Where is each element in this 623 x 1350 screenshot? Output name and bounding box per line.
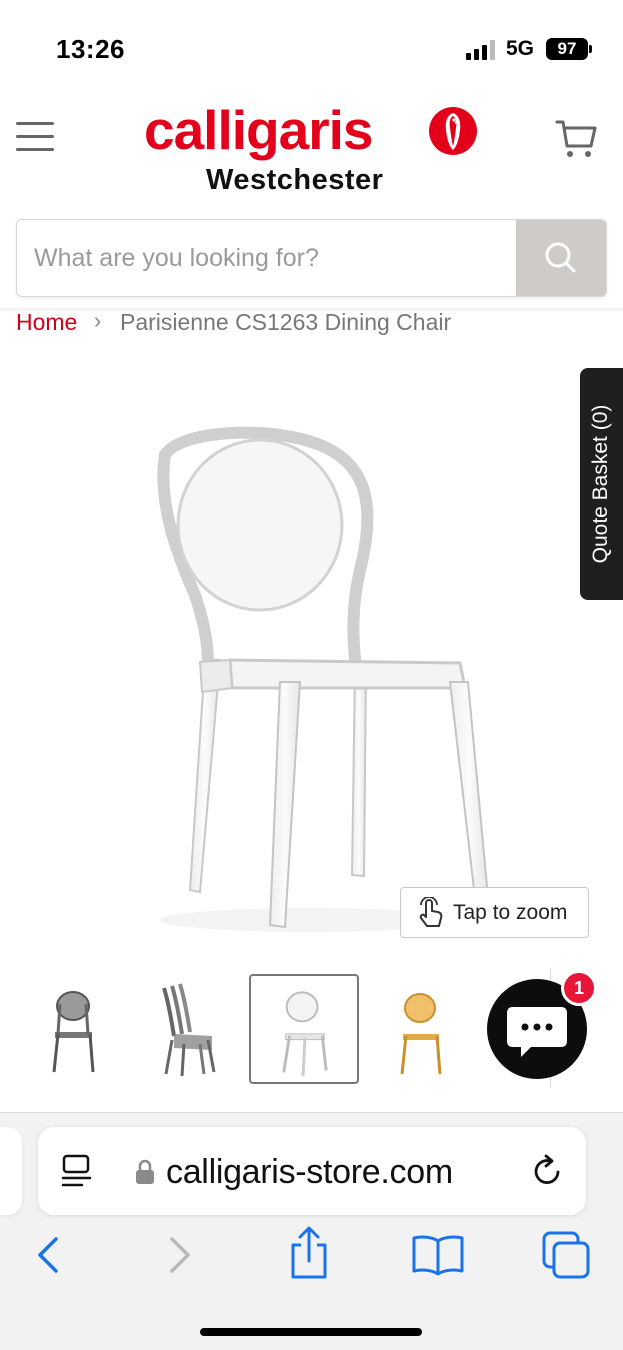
- penguin-logo-icon: [429, 107, 477, 155]
- chat-unread-badge: 1: [561, 970, 597, 1006]
- tap-to-zoom-button[interactable]: Tap to zoom: [400, 887, 589, 938]
- battery-tip: [589, 45, 592, 53]
- search-button[interactable]: [516, 220, 606, 296]
- thumbnail-stacked-chairs[interactable]: [134, 974, 244, 1084]
- network-type: 5G: [506, 37, 535, 60]
- home-indicator: [200, 1328, 422, 1336]
- quote-basket-label: Quote Basket (0): [589, 404, 612, 564]
- page-format-icon[interactable]: [60, 1153, 94, 1189]
- breadcrumb-current: Parisienne CS1263 Dining Chair: [120, 309, 452, 335]
- battery-indicator: 97: [546, 38, 588, 60]
- status-bar: 13:26 5G 97: [0, 0, 623, 90]
- tabs-icon[interactable]: [540, 1229, 594, 1281]
- tap-to-zoom-label: Tap to zoom: [453, 901, 568, 924]
- share-icon[interactable]: [285, 1225, 333, 1281]
- hamburger-menu-icon[interactable]: [16, 122, 54, 152]
- bookmarks-icon[interactable]: [410, 1233, 466, 1277]
- search-icon: [545, 242, 576, 273]
- back-icon[interactable]: [28, 1231, 68, 1279]
- shopping-cart-icon[interactable]: [555, 118, 599, 160]
- store-location: Westchester: [206, 164, 384, 196]
- browser-toolbar: calligaris-store.com: [0, 1112, 623, 1350]
- breadcrumb-home-link[interactable]: Home: [16, 309, 77, 336]
- thumbnail-transparent-chair[interactable]: [249, 974, 359, 1084]
- lock-icon: [136, 1159, 154, 1184]
- forward-icon[interactable]: [160, 1231, 200, 1279]
- address-bar[interactable]: calligaris-store.com: [38, 1127, 586, 1215]
- thumbnail-smoke-chair[interactable]: [18, 974, 128, 1084]
- tap-gesture-icon: [419, 897, 443, 927]
- search-box: [16, 219, 607, 297]
- brand-logo-text[interactable]: calligaris: [144, 98, 373, 162]
- signal-strength-icon: [466, 40, 498, 60]
- thumbnail-amber-chair[interactable]: [365, 974, 475, 1084]
- quote-basket-tab[interactable]: Quote Basket (0): [580, 368, 623, 600]
- product-image[interactable]: [120, 420, 500, 940]
- search-input[interactable]: [17, 220, 517, 296]
- reload-icon[interactable]: [528, 1152, 566, 1190]
- previous-tab-card[interactable]: [0, 1127, 22, 1215]
- status-time: 13:26: [56, 34, 125, 64]
- url-text: calligaris-store.com: [166, 1153, 453, 1191]
- breadcrumb-separator: ›: [94, 308, 102, 333]
